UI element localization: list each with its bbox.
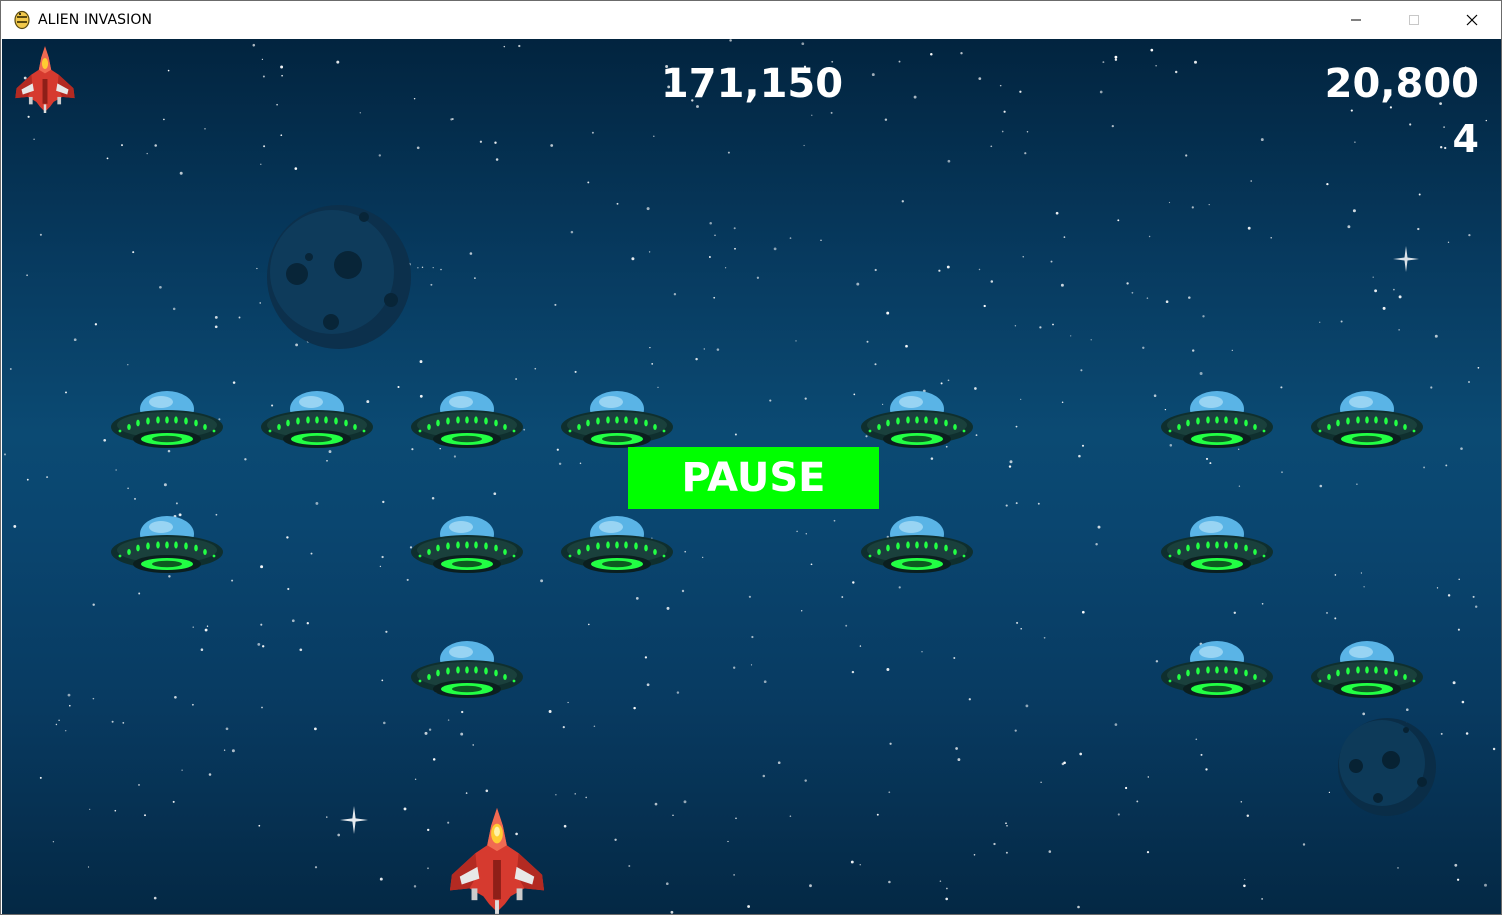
close-button[interactable] <box>1443 1 1501 39</box>
alien-ufo <box>859 389 975 455</box>
alien-ufo <box>1309 389 1425 455</box>
minimize-icon <box>1351 19 1361 21</box>
close-icon <box>1466 14 1478 26</box>
alien-ufo <box>1309 639 1425 705</box>
score-display: 171,150 <box>660 61 844 107</box>
alien-ufo <box>109 389 225 455</box>
alien-ufo <box>1159 639 1275 705</box>
minimize-button[interactable] <box>1327 1 1385 39</box>
alien-ufo <box>1159 389 1275 455</box>
window-title: ALIEN INVASION <box>38 12 153 28</box>
alien-ufo <box>559 514 675 580</box>
moon-small <box>1338 718 1436 816</box>
alien-ufo <box>559 389 675 455</box>
game-area[interactable]: 171,150 20,800 4 PAUSE <box>2 39 1501 914</box>
alien-ufo <box>109 514 225 580</box>
alien-ufo <box>409 514 525 580</box>
maximize-button[interactable] <box>1385 1 1443 39</box>
alien-ufo <box>1159 514 1275 580</box>
alien-ufo <box>259 389 375 455</box>
alien-ufo <box>859 514 975 580</box>
ships-left-icon <box>15 46 75 113</box>
alien-ufo <box>409 639 525 705</box>
alien-ufo <box>409 389 525 455</box>
level-display: 4 <box>1452 117 1479 161</box>
sparkle-star <box>1393 246 1419 272</box>
title-bar[interactable]: ALIEN INVASION <box>1 1 1501 39</box>
game-window: ALIEN INVASION 171,150 20,800 4 PAUSE <box>0 0 1502 915</box>
maximize-icon <box>1409 15 1419 25</box>
pygame-snake-icon <box>14 10 30 30</box>
high-score-display: 20,800 <box>1324 61 1479 107</box>
moon-large <box>267 205 411 349</box>
sparkle-star <box>340 806 368 834</box>
player-ship <box>449 808 545 914</box>
pause-button[interactable]: PAUSE <box>628 447 879 509</box>
